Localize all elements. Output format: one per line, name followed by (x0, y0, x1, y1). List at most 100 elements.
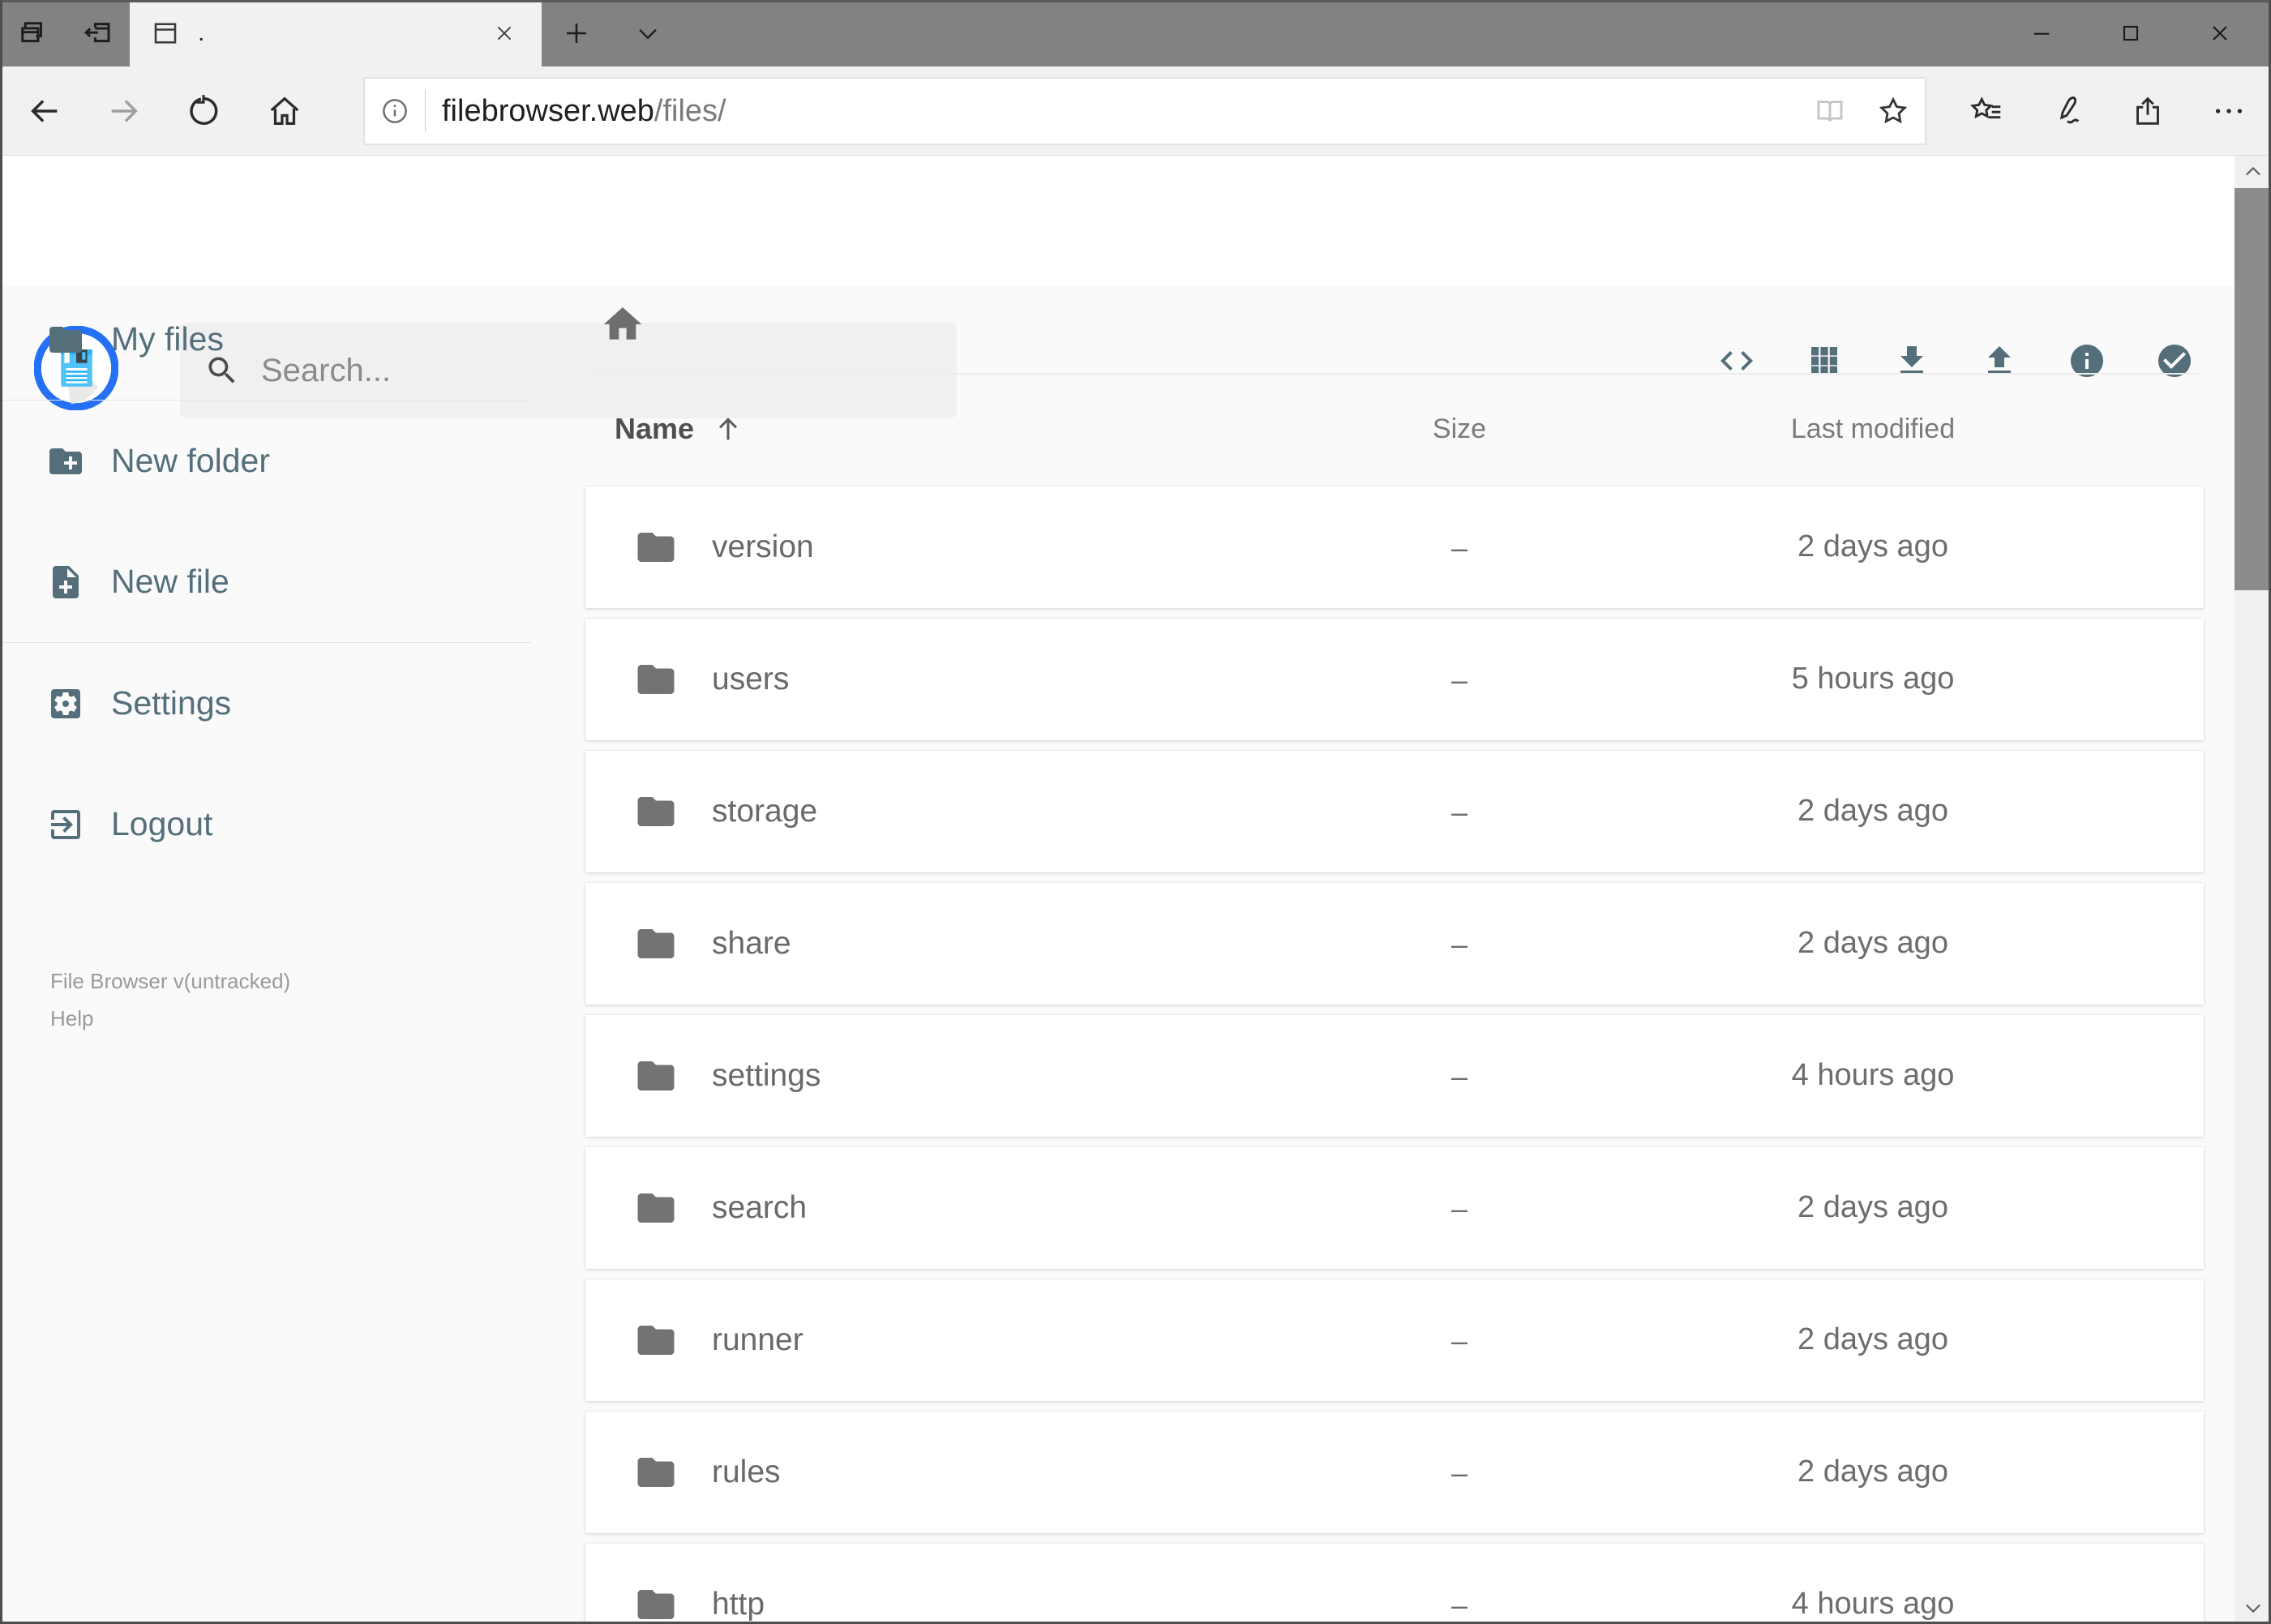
info-circle-icon (383, 99, 407, 123)
tab-previews-button[interactable] (0, 0, 65, 66)
sidebar-item-label: New file (111, 563, 229, 600)
ellipsis-icon (2215, 109, 2243, 114)
page-scrollbar[interactable] (2235, 156, 2271, 1624)
file-size: – (1450, 1192, 1468, 1225)
column-name-label: Name (615, 412, 695, 445)
sidebar-item-logout[interactable]: Logout (0, 764, 535, 885)
set-tabs-aside-button[interactable] (65, 0, 130, 66)
logout-icon (51, 809, 80, 839)
site-info-button[interactable] (365, 96, 425, 126)
file-size: – (1450, 928, 1468, 961)
table-row[interactable]: storage – 2 days ago (585, 751, 2204, 872)
sidebar-item-settings[interactable]: Settings (0, 643, 535, 764)
file-list: version – 2 days ago users – 5 hours ago… (585, 486, 2204, 1624)
file-name: runner (712, 1322, 803, 1357)
url-divider (425, 90, 426, 132)
file-name: storage (712, 794, 818, 829)
table-row[interactable]: http – 4 hours ago (585, 1544, 2204, 1624)
sidebar-item-my-files[interactable]: My files (0, 279, 535, 400)
column-header-modified[interactable]: Last modified (1695, 413, 2051, 445)
table-row[interactable]: users – 5 hours ago (585, 619, 2204, 740)
share-button[interactable] (2113, 78, 2183, 144)
url-domain: filebrowser.web (442, 93, 654, 128)
maximize-button[interactable] (2086, 0, 2175, 66)
close-icon (2213, 26, 2227, 41)
refresh-button[interactable] (170, 78, 237, 144)
scroll-up-button[interactable] (2235, 156, 2271, 188)
home-button[interactable] (251, 78, 318, 144)
table-row[interactable]: share – 2 days ago (585, 883, 2204, 1005)
scrollbar-thumb[interactable] (2235, 188, 2271, 590)
more-button[interactable] (2194, 78, 2264, 144)
chevron-up-icon (2245, 166, 2260, 176)
file-modified: 4 hours ago (1791, 1058, 1955, 1092)
book-icon (1817, 101, 1843, 122)
file-size: – (1450, 1456, 1468, 1489)
tab-close-button[interactable] (488, 17, 521, 49)
help-link[interactable]: Help (50, 1001, 290, 1038)
add-favorite-button[interactable] (1862, 79, 1925, 144)
file-size: – (1450, 1060, 1468, 1093)
folder-icon (634, 922, 678, 966)
sidebar-item-new-folder[interactable]: New folder (0, 401, 535, 521)
reading-view-button[interactable] (1798, 79, 1862, 144)
column-header-name[interactable]: Name (615, 412, 744, 446)
url-bar[interactable]: filebrowser.web/files/ (363, 77, 1926, 145)
gear-square-icon (51, 688, 80, 718)
browser-titlebar: . (0, 0, 2271, 66)
file-name: http (712, 1587, 765, 1622)
folder-icon (634, 1186, 678, 1230)
breadcrumb-home-button[interactable] (600, 302, 649, 350)
browser-toolbar: filebrowser.web/files/ (0, 66, 2271, 156)
url-text[interactable]: filebrowser.web/files/ (442, 94, 1798, 129)
table-row[interactable]: version – 2 days ago (585, 486, 2204, 608)
file-name: version (712, 529, 814, 564)
file-size: – (1450, 1324, 1468, 1357)
back-button[interactable] (11, 78, 78, 144)
plus-icon (567, 24, 586, 43)
file-modified: 2 days ago (1798, 1190, 1948, 1224)
folder-icon (634, 790, 678, 833)
sidebar: My files New folder New file Settings Lo… (0, 279, 535, 885)
file-name: settings (712, 1058, 821, 1093)
minimize-button[interactable] (1997, 0, 2086, 66)
home-icon (603, 307, 642, 340)
url-path: /files/ (653, 93, 726, 128)
file-modified: 2 days ago (1798, 529, 1948, 563)
scroll-down-button[interactable] (2235, 1592, 2271, 1624)
column-header-size[interactable]: Size (1378, 413, 1540, 445)
table-row[interactable]: settings – 4 hours ago (585, 1015, 2204, 1137)
folder-icon (634, 658, 678, 701)
app-header: Search... (0, 156, 2271, 418)
file-name: users (712, 662, 790, 696)
window-border (0, 0, 2, 1624)
file-listing: Name Size Last modified version – 2 days… (585, 285, 2204, 1624)
folder-plus-icon (49, 448, 82, 474)
window-controls (1997, 0, 2265, 66)
file-plus-icon (53, 565, 79, 598)
tab-previews-icon (21, 22, 42, 43)
folder-icon (634, 1318, 678, 1362)
file-name: search (712, 1190, 808, 1225)
maximize-icon (2123, 25, 2139, 41)
table-row[interactable]: search – 2 days ago (585, 1147, 2204, 1269)
share-icon (2136, 96, 2159, 125)
sidebar-footer: File Browser v(untracked) Help (50, 963, 290, 1037)
close-window-button[interactable] (2175, 0, 2265, 66)
sidebar-item-label: Logout (111, 805, 213, 842)
file-modified: 2 days ago (1798, 794, 1948, 828)
sidebar-item-new-file[interactable]: New file (0, 521, 535, 642)
browser-tab[interactable]: . (130, 0, 542, 66)
folder-icon (634, 1450, 678, 1494)
favorites-hub-button[interactable] (1952, 78, 2021, 144)
new-tab-button[interactable] (545, 0, 608, 66)
forward-button[interactable] (91, 78, 157, 144)
table-row[interactable]: runner – 2 days ago (585, 1279, 2204, 1401)
folder-icon (634, 525, 678, 569)
sort-ascending-icon (719, 418, 738, 440)
tab-list-button[interactable] (616, 0, 679, 66)
table-row[interactable]: rules – 2 days ago (585, 1412, 2204, 1533)
file-modified: 2 days ago (1798, 1455, 1948, 1489)
annotate-button[interactable] (2032, 78, 2102, 144)
star-icon (1879, 96, 1908, 124)
